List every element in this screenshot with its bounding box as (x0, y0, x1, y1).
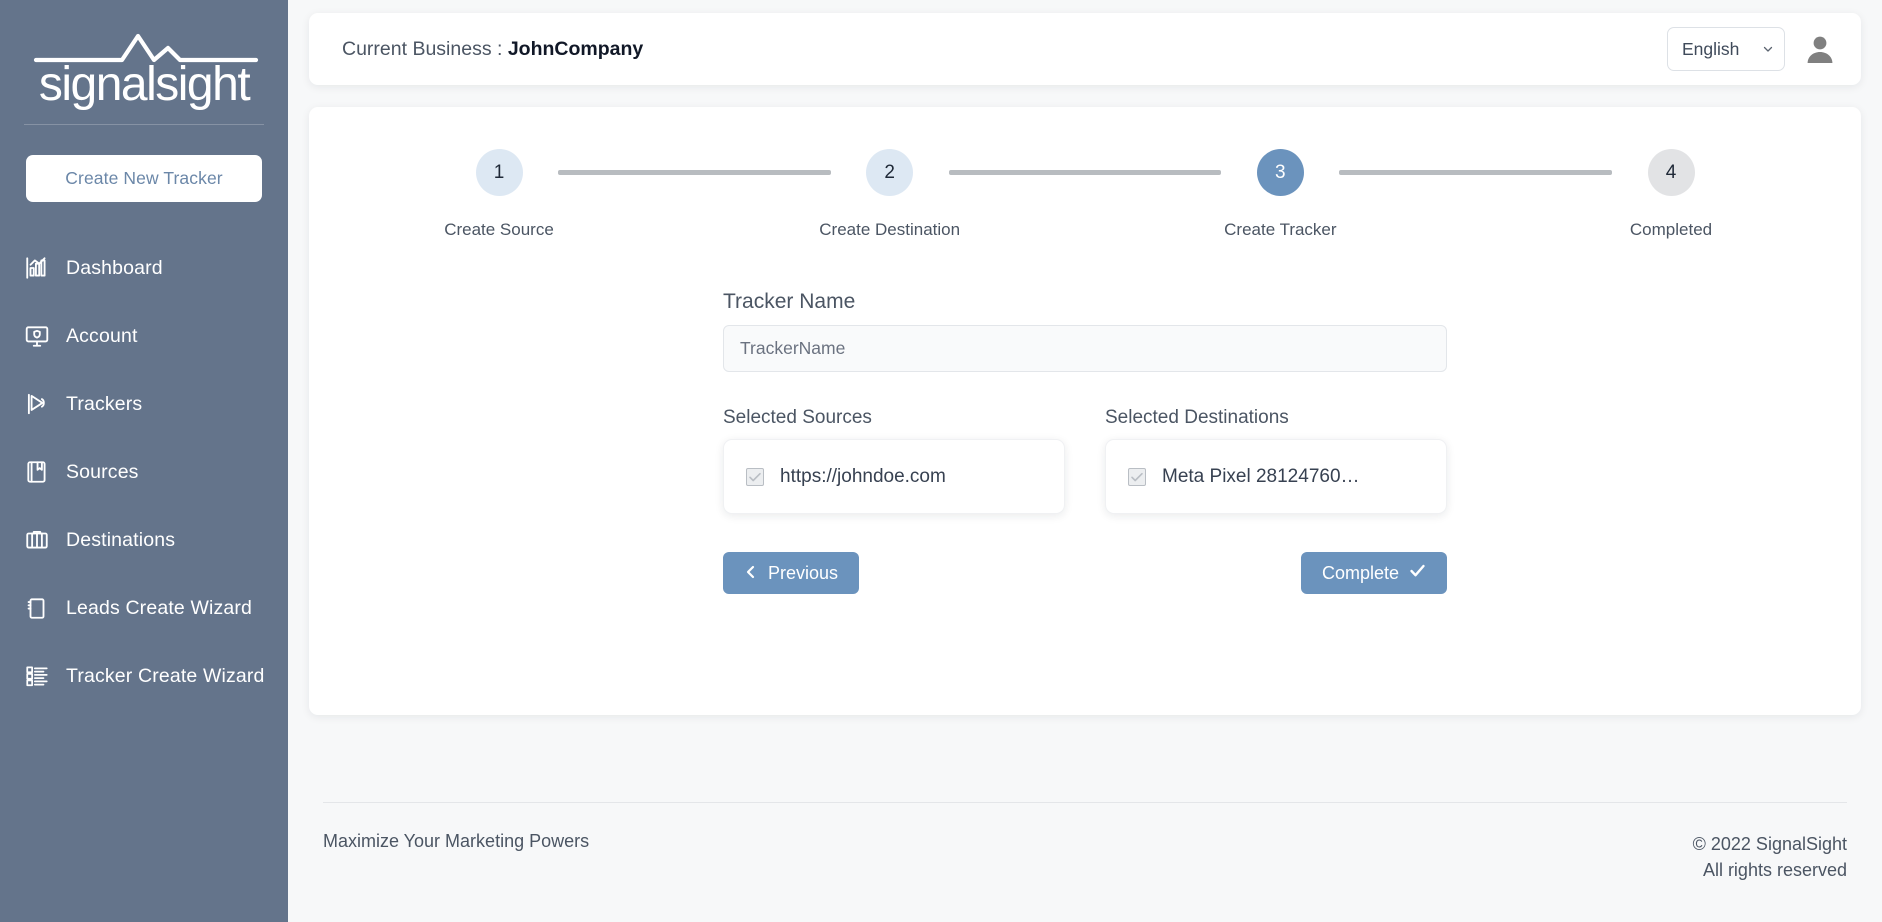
app-root: signalsight Create New Tracker Dashboard (0, 0, 1882, 922)
selected-sources-column: Selected Sources https://johndoe.com (723, 407, 1065, 514)
sidebar-item-leads-create-wizard[interactable]: Leads Create Wizard (0, 574, 288, 642)
sidebar-item-tracker-create-wizard[interactable]: Tracker Create Wizard (0, 642, 288, 710)
svg-text:signalsight: signalsight (39, 58, 250, 110)
briefcase-icon (22, 525, 52, 555)
footer-divider (323, 802, 1847, 803)
footer-copyright: © 2022 SignalSight All rights reserved (1693, 831, 1847, 883)
previous-button[interactable]: Previous (723, 552, 860, 594)
step-label: Completed (1629, 220, 1713, 239)
step-connector-1-2 (558, 170, 831, 175)
signalsight-logo-mark: signalsight (18, 26, 270, 110)
selected-source-text: https://johndoe.com (780, 465, 946, 487)
language-select-value: English (1682, 38, 1740, 59)
selection-columns: Selected Sources https://johndoe.com Sel… (723, 407, 1447, 514)
list-item[interactable]: https://johndoe.com (746, 466, 946, 488)
wizard-step-3[interactable]: 3 Create Tracker (1221, 149, 1339, 240)
checklist-icon (22, 661, 52, 691)
selected-sources-box: https://johndoe.com (723, 439, 1065, 514)
sidebar-item-label: Dashboard (66, 256, 163, 279)
sidebar-item-label: Leads Create Wizard (66, 596, 253, 619)
books-icon (22, 593, 52, 623)
flag-play-icon (22, 389, 52, 419)
selected-destinations-label: Selected Destinations (1105, 407, 1289, 428)
top-header-bar: Current Business : JohnCompany English (309, 13, 1861, 85)
sidebar-item-label: Account (66, 324, 138, 347)
check-icon (1409, 562, 1426, 584)
checkbox-checked-disabled-icon (746, 467, 764, 486)
footer-tagline: Maximize Your Marketing Powers (323, 831, 590, 851)
chevron-down-icon (1762, 43, 1774, 55)
footer-content: Maximize Your Marketing Powers © 2022 Si… (323, 831, 1847, 883)
step-circle: 3 (1256, 149, 1304, 196)
brand-logo[interactable]: signalsight (0, 0, 288, 125)
wizard-step-2[interactable]: 2 Create Destination (819, 149, 960, 240)
page-footer: Maximize Your Marketing Powers © 2022 Si… (309, 802, 1861, 922)
create-new-tracker-button[interactable]: Create New Tracker (26, 155, 262, 202)
sidebar-item-trackers[interactable]: Trackers (0, 370, 288, 438)
footer-rights-line: All rights reserved (1702, 860, 1847, 881)
tracker-wizard-card: 1 Create Source 2 Create Destination 3 C… (309, 107, 1861, 715)
step-label: Create Source (444, 220, 554, 239)
step-circle: 2 (866, 149, 914, 196)
tracker-name-input[interactable] (723, 325, 1447, 372)
sidebar-item-label: Destinations (66, 528, 176, 551)
complete-button-label: Complete (1321, 562, 1399, 583)
step-circle: 1 (475, 149, 523, 196)
sidebar-item-dashboard[interactable]: Dashboard (0, 234, 288, 302)
sidebar-item-label: Tracker Create Wizard (66, 664, 265, 687)
wizard-stepper: 1 Create Source 2 Create Destination 3 C… (440, 149, 1730, 240)
tracker-form: Tracker Name Selected Sources (723, 290, 1447, 594)
sidebar: signalsight Create New Tracker Dashboard (0, 0, 288, 922)
list-item[interactable]: Meta Pixel 28124760… (1128, 466, 1360, 488)
sidebar-item-label: Trackers (66, 392, 143, 415)
step-label: Create Destination (819, 220, 961, 239)
footer-copyright-line: © 2022 SignalSight (1692, 834, 1847, 854)
header-actions: English (1667, 27, 1839, 71)
sidebar-divider (24, 124, 264, 125)
selected-sources-label: Selected Sources (723, 407, 872, 428)
current-business: Current Business : JohnCompany (342, 38, 643, 61)
chevron-left-icon (744, 563, 758, 584)
step-circle: 4 (1647, 149, 1695, 196)
sidebar-item-destinations[interactable]: Destinations (0, 506, 288, 574)
checkbox-checked-disabled-icon (1128, 467, 1146, 486)
monitor-shield-icon (22, 321, 52, 351)
current-business-name: JohnCompany (507, 37, 644, 60)
selected-destinations-box: Meta Pixel 28124760… (1105, 439, 1447, 514)
wizard-actions: Previous Complete (723, 552, 1447, 594)
step-connector-3-4 (1339, 170, 1613, 175)
user-avatar-icon[interactable] (1801, 30, 1839, 68)
selected-destination-text: Meta Pixel 28124760… (1162, 465, 1360, 487)
complete-button[interactable]: Complete (1300, 552, 1447, 594)
step-label: Create Tracker (1224, 220, 1337, 239)
bar-chart-icon (22, 253, 52, 283)
wizard-step-1[interactable]: 1 Create Source (440, 149, 558, 240)
sidebar-item-account[interactable]: Account (0, 302, 288, 370)
previous-button-label: Previous (768, 562, 839, 583)
wizard-step-4[interactable]: 4 Completed (1612, 149, 1730, 240)
current-business-prefix: Current Business : (342, 37, 503, 60)
step-connector-2-3 (948, 170, 1222, 175)
sidebar-item-sources[interactable]: Sources (0, 438, 288, 506)
sidebar-nav: Dashboard Account Trackers Sources Desti… (0, 234, 288, 710)
logo-svg: signalsight (33, 33, 259, 110)
book-icon (22, 457, 52, 487)
tracker-name-label: Tracker Name (723, 290, 856, 313)
selected-destinations-column: Selected Destinations Meta Pixel 2812476… (1105, 407, 1447, 514)
sidebar-item-label: Sources (66, 460, 139, 483)
language-select[interactable]: English (1667, 27, 1785, 71)
main-content: Current Business : JohnCompany English 1… (288, 0, 1882, 922)
